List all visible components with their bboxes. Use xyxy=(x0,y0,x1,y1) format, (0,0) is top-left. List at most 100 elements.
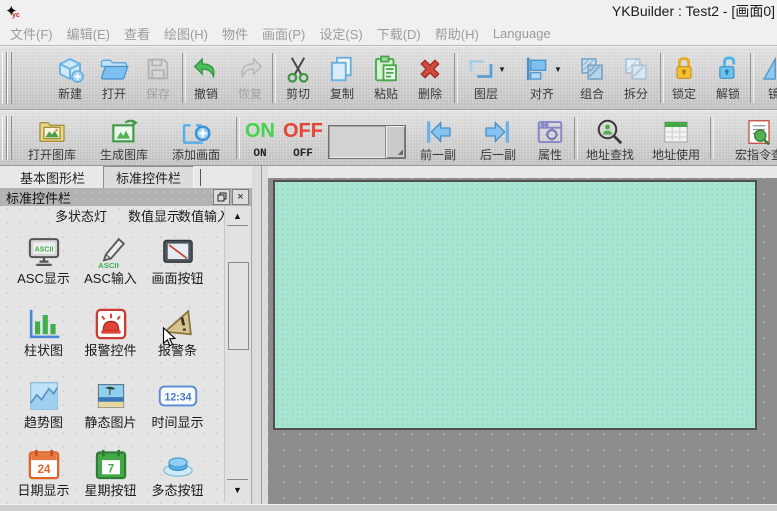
screen-toolbar: 打开图库 生成图库 添加画面 ON ON OFF OFF ◢ 前一副 后 xyxy=(0,110,777,166)
title-bar: ✦yc YKBuilder : Test2 - [画面0] xyxy=(0,0,777,22)
bar-chart-icon xyxy=(26,304,62,344)
menu-screen[interactable]: 画面(P) xyxy=(262,24,305,43)
cut-scissors-icon xyxy=(283,51,313,87)
delete-button[interactable]: 删除 xyxy=(408,51,452,101)
toolbox-item-multistate-button[interactable]: 多态按钮 xyxy=(144,444,211,497)
align-button[interactable]: ▼ 对齐 xyxy=(514,51,570,101)
asc-input-icon: ASCII xyxy=(93,232,129,272)
unlock-button[interactable]: 解锁 xyxy=(706,51,750,101)
paste-clipboard-icon xyxy=(371,51,401,87)
menu-view[interactable]: 查看 xyxy=(124,24,150,43)
open-button[interactable]: 打开 xyxy=(92,51,136,101)
save-button[interactable]: 保存 xyxy=(136,51,180,101)
alarm-control-icon xyxy=(93,304,129,344)
toolbox-item-asc-display[interactable]: ASCII ASC显示 xyxy=(10,232,77,285)
new-button[interactable]: 新建 xyxy=(48,51,92,101)
layer-button[interactable]: ▼ 图层 xyxy=(458,51,514,101)
off-state-button[interactable]: OFF OFF xyxy=(282,115,324,160)
scroll-up-button[interactable]: ▲ xyxy=(227,206,248,226)
toolbox-item-asc-input[interactable]: ASCII ASC输入 xyxy=(77,232,144,285)
redo-button[interactable]: 恢复 xyxy=(228,51,272,101)
toolbar-grip[interactable] xyxy=(7,52,12,104)
toolbox-item-screen-button[interactable]: 画面按钮 xyxy=(144,232,211,285)
toolbox-item-bar-chart[interactable]: 柱状图 xyxy=(10,304,77,357)
toolbox-row-clipped: 多状态灯 数值显示 数值输入 xyxy=(0,206,224,222)
group-icon xyxy=(577,51,607,87)
panel-splitter[interactable] xyxy=(252,166,268,511)
menu-download[interactable]: 下载(D) xyxy=(377,24,421,43)
menu-edit[interactable]: 编辑(E) xyxy=(67,24,110,43)
new-icon xyxy=(55,51,85,87)
copy-pages-icon xyxy=(327,51,357,87)
add-screen-icon xyxy=(180,115,212,148)
add-screen-button[interactable]: 添加画面 xyxy=(160,115,232,162)
menu-file[interactable]: 文件(F) xyxy=(10,24,53,43)
off-icon: OFF xyxy=(283,115,323,148)
address-usage-button[interactable]: 地址使用 xyxy=(644,115,708,162)
combobox-drop-button[interactable]: ◢ xyxy=(385,126,405,158)
toolbox-item-trend-chart[interactable]: 趋势图 xyxy=(10,376,77,429)
screen-canvas[interactable] xyxy=(273,180,757,430)
scroll-down-button[interactable]: ▼ xyxy=(227,479,248,499)
copy-button[interactable]: 复制 xyxy=(320,51,364,101)
open-gallery-button[interactable]: 打开图库 xyxy=(16,115,88,162)
layer-icon: ▼ xyxy=(466,51,506,87)
tab-standard-controls[interactable]: 标准控件栏 xyxy=(103,166,194,189)
date-display-icon: 24 xyxy=(26,444,62,484)
menu-object[interactable]: 物件 xyxy=(222,24,248,43)
menu-language[interactable]: Language xyxy=(493,26,551,41)
properties-button[interactable]: 属性 xyxy=(528,115,572,162)
tab-basic-graphics[interactable]: 基本图形栏 xyxy=(8,167,97,188)
combobox-field[interactable] xyxy=(329,126,385,158)
trend-chart-icon xyxy=(27,376,61,416)
multistate-button-icon xyxy=(160,444,196,484)
open-folder-icon xyxy=(99,51,129,87)
menu-help[interactable]: 帮助(H) xyxy=(435,24,479,43)
panel-scrollbar[interactable]: ▲ ▼ xyxy=(224,206,251,502)
toolbox-item-static-picture[interactable]: 静态图片 xyxy=(77,376,144,429)
mirror-button[interactable]: 镜 xyxy=(752,51,777,101)
toolbox-row: 24 日期显示 7 星期按钮 多态按钮 xyxy=(10,444,215,497)
dropdown-arrow-icon[interactable]: ▼ xyxy=(554,65,562,74)
svg-text:7: 7 xyxy=(107,463,113,475)
paste-button[interactable]: 粘贴 xyxy=(364,51,408,101)
panel-close-button[interactable]: × xyxy=(232,189,249,205)
next-arrow-icon xyxy=(482,115,514,148)
panel-title-bar: 标准控件栏 × xyxy=(0,188,252,206)
cut-button[interactable]: 剪切 xyxy=(276,51,320,101)
toolbar-grip[interactable] xyxy=(7,116,12,160)
toolbox-item-time-display[interactable]: 12:34 时间显示 xyxy=(144,376,211,429)
svg-text:ASCII: ASCII xyxy=(98,261,119,270)
undo-icon xyxy=(191,51,221,87)
dropdown-arrow-icon[interactable]: ▼ xyxy=(498,65,506,74)
toolbox-item-date-display[interactable]: 24 日期显示 xyxy=(10,444,77,497)
properties-icon xyxy=(535,115,565,148)
panel-float-button[interactable] xyxy=(213,189,230,205)
window-title: YKBuilder : Test2 - [画面0] xyxy=(18,1,777,21)
time-display-icon: 12:34 xyxy=(158,376,198,416)
screen-select-combobox[interactable]: ◢ xyxy=(328,125,406,159)
toolbox-row: 趋势图 静态图片 12:34 时间显示 xyxy=(10,376,215,429)
on-state-button[interactable]: ON ON xyxy=(240,115,280,160)
menu-draw[interactable]: 绘图(H) xyxy=(164,24,208,43)
toolbox-item-numeric-input[interactable]: 数值输入 xyxy=(178,206,224,222)
toolbox-item-numeric-display[interactable]: 数值显示 xyxy=(128,206,180,222)
editor-workspace xyxy=(268,178,777,505)
ykbuilder-window: ✦yc YKBuilder : Test2 - [画面0] 文件(F) 编辑(E… xyxy=(0,0,777,511)
toolbox-item-multistate-lamp[interactable]: 多状态灯 xyxy=(55,206,107,222)
next-screen-button[interactable]: 后一副 xyxy=(468,115,528,162)
previous-screen-button[interactable]: 前一副 xyxy=(408,115,468,162)
macro-view-button[interactable]: 宏指令查 xyxy=(714,115,777,162)
undo-button[interactable]: 撤销 xyxy=(184,51,228,101)
toolbox-row: 柱状图 报警控件 报警条 xyxy=(10,304,215,357)
address-find-button[interactable]: 地址查找 xyxy=(578,115,642,162)
ungroup-button[interactable]: 拆分 xyxy=(614,51,658,101)
address-find-icon xyxy=(595,115,625,148)
menu-settings[interactable]: 设定(S) xyxy=(319,24,362,43)
generate-gallery-button[interactable]: 生成图库 xyxy=(88,115,160,162)
lock-button[interactable]: 锁定 xyxy=(662,51,706,101)
toolbox-item-week-button[interactable]: 7 星期按钮 xyxy=(77,444,144,497)
toolbox-item-alarm-control[interactable]: 报警控件 xyxy=(77,304,144,357)
group-button[interactable]: 组合 xyxy=(570,51,614,101)
scrollbar-thumb[interactable] xyxy=(228,262,249,350)
